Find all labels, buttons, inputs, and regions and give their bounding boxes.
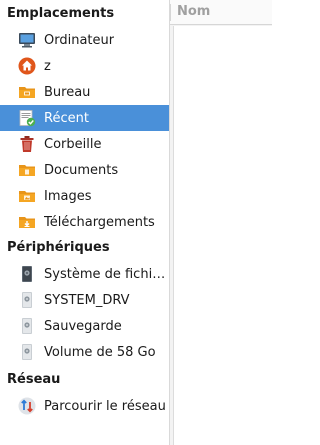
desktop-folder-icon [17, 82, 37, 102]
column-header-label: Nom [177, 4, 211, 19]
sidebar-item-volume-58[interactable]: Volume de 58 Go [0, 339, 169, 365]
sidebar-item-pictures[interactable]: Images [0, 183, 169, 209]
file-list-pane: Nom [170, 0, 272, 445]
sidebar-item-label: Système de fichiers [44, 266, 167, 282]
sidebar-item-label: SYSTEM_DRV [44, 292, 130, 308]
sidebar-item-downloads[interactable]: Téléchargements [0, 209, 169, 235]
sidebar-item-label: Téléchargements [44, 214, 155, 230]
sidebar-item-recent[interactable]: Récent [0, 105, 169, 131]
sidebar-item-browse-network[interactable]: Parcourir le réseau [0, 393, 169, 419]
section-title-devices: Périphériques [7, 240, 110, 255]
home-icon [17, 56, 37, 76]
sidebar-item-label: Images [44, 188, 92, 204]
pictures-folder-icon [17, 186, 37, 206]
downloads-folder-icon [17, 212, 37, 232]
sidebar-item-label: Ordinateur [44, 32, 115, 48]
sidebar-item-label: z [44, 58, 51, 74]
sidebar-item-desktop[interactable]: Bureau [0, 79, 169, 105]
drive-icon [17, 290, 37, 310]
sidebar-item-label: Sauvegarde [44, 318, 122, 334]
sidebar-item-computer[interactable]: Ordinateur [0, 27, 169, 53]
drive-icon [17, 316, 37, 336]
sidebar-item-documents[interactable]: Documents [0, 157, 169, 183]
sidebar-item-trash[interactable]: Corbeille [0, 131, 169, 157]
sidebar-item-backup[interactable]: Sauvegarde [0, 313, 169, 339]
sidebar-item-filesystem[interactable]: Système de fichiers [0, 261, 169, 287]
recent-icon [17, 108, 37, 128]
sidebar-item-label: Documents [44, 162, 119, 178]
network-icon [17, 396, 37, 416]
sidebar-item-system-drv[interactable]: SYSTEM_DRV [0, 287, 169, 313]
section-title-places: Emplacements [7, 6, 115, 21]
sidebar-item-label: Parcourir le réseau [44, 398, 166, 414]
column-header-name[interactable]: Nom [170, 0, 272, 25]
filesystem-icon [17, 264, 37, 284]
computer-icon [17, 30, 37, 50]
sidebar-item-label: Volume de 58 Go [44, 344, 156, 360]
file-list[interactable] [173, 26, 272, 445]
sidebar-item-label: Bureau [44, 84, 91, 100]
column-separator [170, 4, 171, 21]
trash-icon [17, 134, 37, 154]
places-sidebar: Emplacements Ordinateur z Bureau Récent … [0, 0, 170, 445]
sidebar-item-home[interactable]: z [0, 53, 169, 79]
sidebar-item-label: Récent [44, 110, 89, 126]
drive-icon [17, 342, 37, 362]
section-title-network: Réseau [7, 372, 61, 387]
sidebar-item-label: Corbeille [44, 136, 102, 152]
documents-folder-icon [17, 160, 37, 180]
